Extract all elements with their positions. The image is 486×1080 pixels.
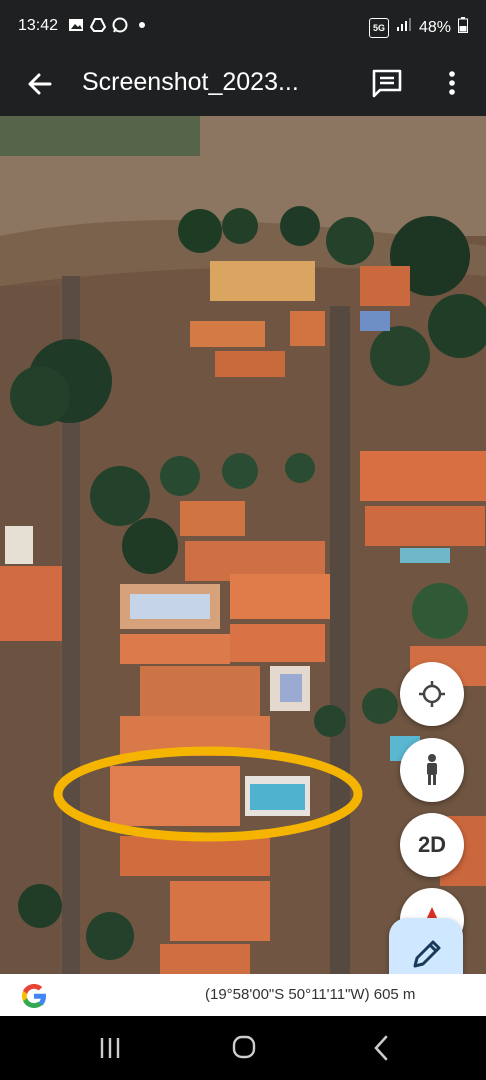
toggle-2d-button[interactable]: 2D	[400, 813, 464, 877]
more-vertical-icon[interactable]	[438, 66, 466, 100]
google-logo-icon	[18, 980, 50, 1012]
status-right: 5G 48%	[368, 17, 468, 38]
back-icon[interactable]	[364, 1034, 400, 1062]
status-bar: 13:42 5G 48%	[0, 0, 486, 56]
drive-icon	[89, 17, 107, 33]
app-bar: Screenshot_2023...	[0, 56, 486, 116]
system-nav-bar	[0, 1016, 486, 1080]
person-icon	[427, 754, 437, 785]
dot-icon	[134, 17, 150, 33]
battery-text: 48%	[418, 18, 451, 36]
street-view-button[interactable]	[400, 738, 464, 802]
satellite-map-image[interactable]: 2D	[0, 116, 486, 976]
location-target-button[interactable]	[400, 662, 464, 726]
page-title: Screenshot_2023...	[82, 68, 299, 96]
status-time: 13:42	[18, 17, 59, 34]
home-icon[interactable]	[226, 1034, 262, 1062]
whatsapp-icon	[112, 17, 128, 33]
comment-icon[interactable]	[370, 66, 404, 100]
network-badge: 5G	[368, 17, 389, 38]
image-icon	[68, 17, 84, 33]
recent-apps-icon[interactable]	[92, 1034, 128, 1062]
signal-icon	[396, 18, 412, 37]
battery-icon	[458, 17, 468, 38]
location-target-icon	[419, 681, 445, 707]
map-info-bar: (19°58'00"S 50°11'11"W) 605 m	[0, 974, 486, 1016]
status-notification-icons	[68, 17, 150, 33]
coordinates-label: (19°58'00"S 50°11'11"W) 605 m	[205, 986, 416, 1003]
arrow-left-icon[interactable]	[22, 66, 58, 102]
